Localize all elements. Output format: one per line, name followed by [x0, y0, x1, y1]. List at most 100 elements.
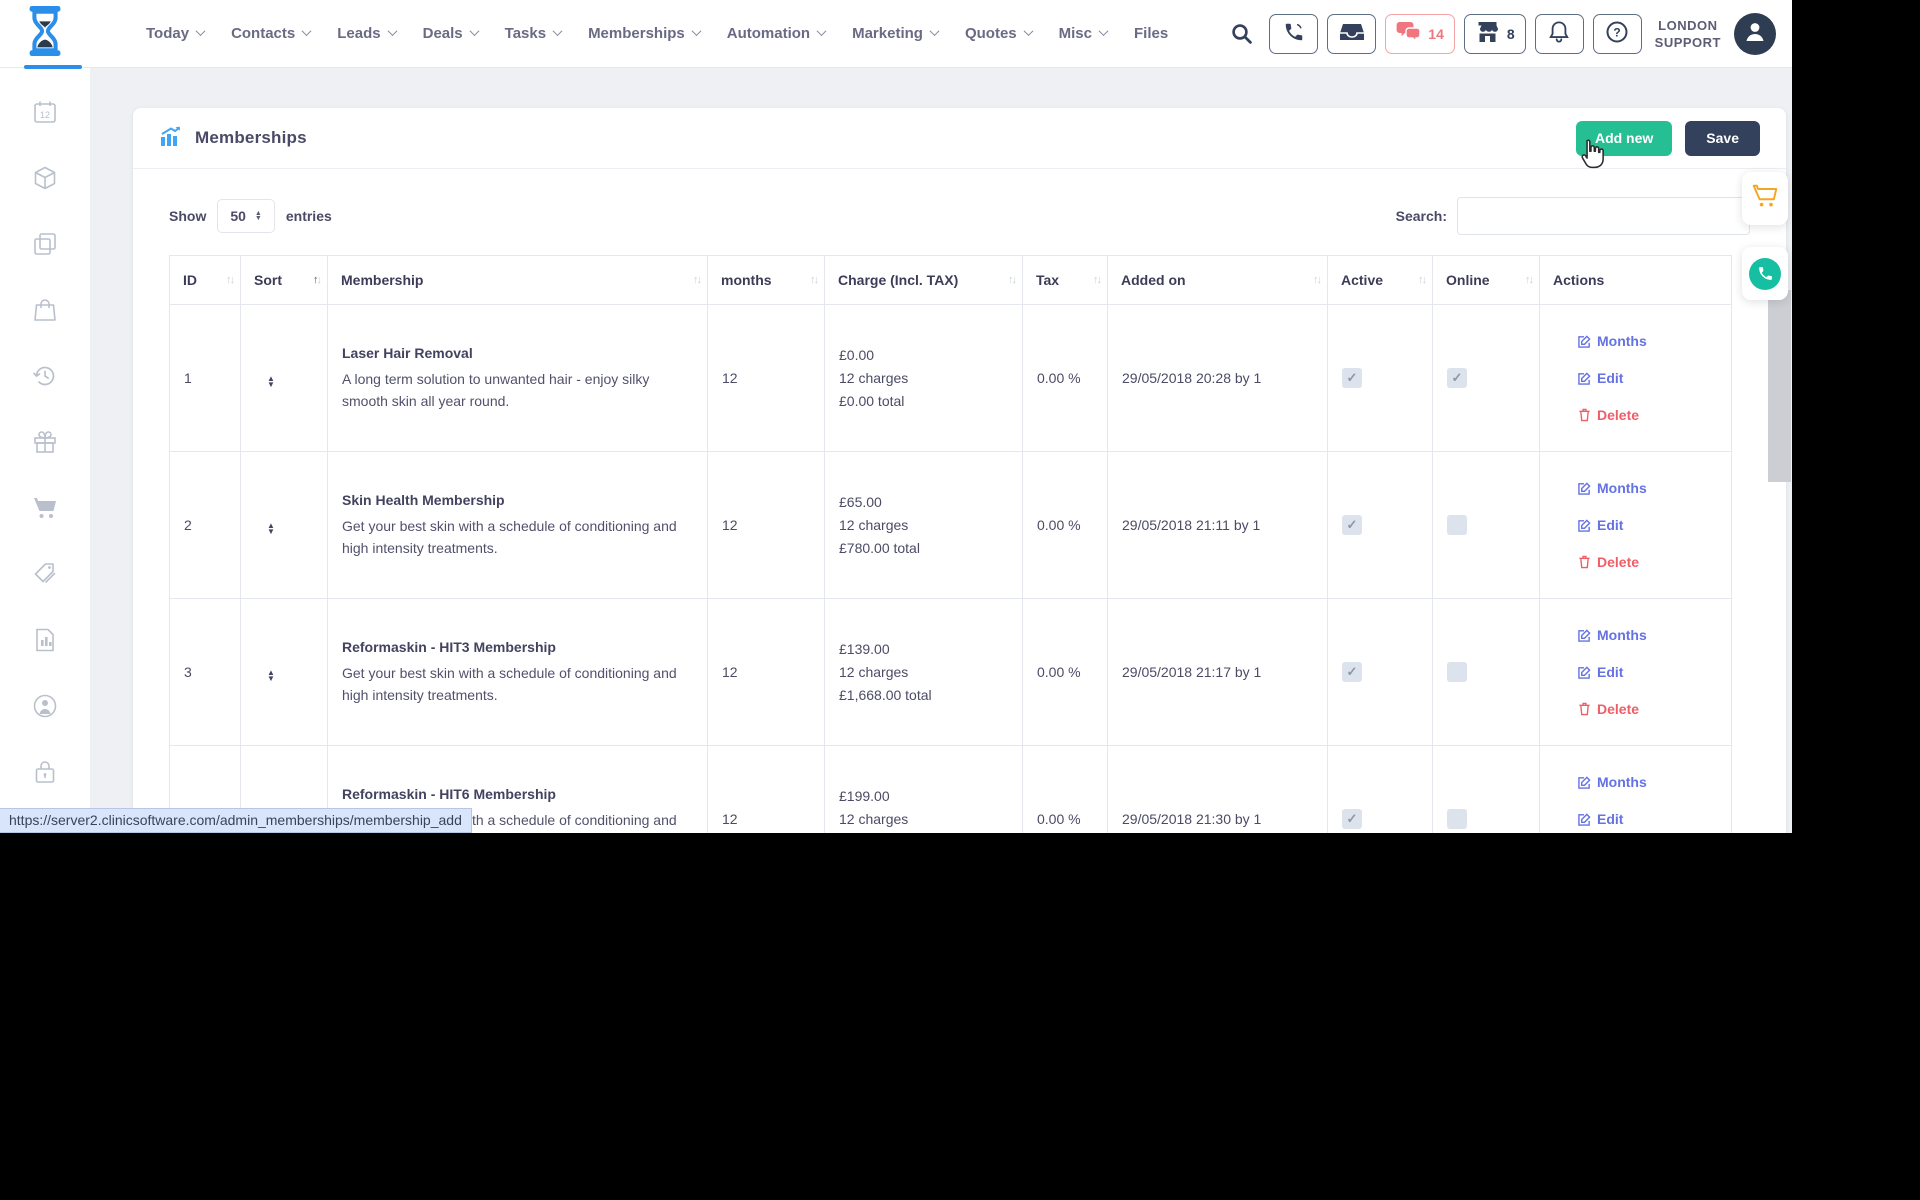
online-checkbox[interactable] — [1447, 662, 1467, 682]
column-header-id[interactable]: ID↑↓ — [170, 256, 241, 305]
sidebar-history-icon[interactable] — [32, 362, 59, 389]
active-checkbox[interactable] — [1342, 515, 1362, 535]
months-link[interactable]: Months — [1578, 627, 1703, 643]
store-button[interactable]: 8 — [1464, 14, 1526, 54]
column-header-online[interactable]: Online↑↓ — [1433, 256, 1540, 305]
column-header-tax[interactable]: Tax↑↓ — [1023, 256, 1108, 305]
sidebar-account-icon[interactable] — [32, 692, 59, 719]
nav-item-automation[interactable]: Automation — [727, 25, 825, 42]
sort-arrows-icon: ↑↓ — [810, 274, 817, 286]
cell-months: 12 — [708, 452, 825, 599]
online-checkbox[interactable] — [1447, 809, 1467, 829]
select-arrows-icon: ▲▼ — [255, 211, 262, 221]
online-checkbox[interactable] — [1447, 515, 1467, 535]
row-sort-handle[interactable]: ▲▼ — [255, 523, 275, 535]
cell-added-on: 29/05/2018 21:30 by 1 — [1108, 746, 1328, 834]
column-header-added-on[interactable]: Added on↑↓ — [1108, 256, 1328, 305]
sidebar-shopping-bag-icon[interactable] — [32, 296, 59, 323]
months-link[interactable]: Months — [1578, 774, 1703, 790]
active-checkbox[interactable] — [1342, 368, 1362, 388]
help-button[interactable]: ? — [1593, 14, 1642, 54]
nav-item-deals[interactable]: Deals — [423, 25, 478, 42]
nav-item-files[interactable]: Files — [1134, 25, 1168, 42]
column-header-active[interactable]: Active↑↓ — [1328, 256, 1433, 305]
chat-button[interactable]: 14 — [1385, 14, 1455, 54]
cell-actions: Months Edit Delete — [1540, 746, 1732, 834]
sidebar-copy-icon[interactable] — [32, 230, 59, 257]
app-logo[interactable] — [0, 0, 90, 67]
top-navigation-bar: Today Contacts Leads Deals Tasks Members… — [0, 0, 1792, 68]
row-sort-handle[interactable]: ▲▼ — [255, 670, 275, 682]
nav-item-memberships[interactable]: Memberships — [588, 25, 700, 42]
cell-tax: 0.00 % — [1023, 746, 1108, 834]
vertical-scrollbar[interactable] — [1768, 290, 1791, 482]
avatar[interactable] — [1734, 13, 1776, 55]
active-checkbox[interactable] — [1342, 662, 1362, 682]
sidebar-cart-icon[interactable] — [32, 494, 59, 521]
store-count-badge: 8 — [1507, 26, 1515, 42]
delete-link[interactable]: Delete — [1578, 407, 1703, 423]
edit-link[interactable]: Edit — [1578, 517, 1703, 533]
column-header-membership[interactable]: Membership↑↓ — [328, 256, 708, 305]
page-size-select[interactable]: 50 ▲▼ — [217, 199, 275, 233]
chevron-down-icon — [196, 26, 206, 36]
cell-id: 1 — [170, 305, 241, 452]
row-sort-handle[interactable]: ▲▼ — [255, 376, 275, 388]
delete-link[interactable]: Delete — [1578, 554, 1703, 570]
search-icon[interactable] — [1230, 22, 1254, 46]
table-search-input[interactable] — [1457, 197, 1750, 235]
cell-active — [1328, 599, 1433, 746]
sidebar-report-icon[interactable] — [32, 626, 59, 653]
sidebar-lock-icon[interactable] — [32, 758, 59, 785]
save-button[interactable]: Save — [1685, 121, 1760, 156]
nav-item-misc[interactable]: Misc — [1059, 25, 1107, 42]
header-buttons: Add new Save — [1576, 121, 1760, 156]
column-header-charge[interactable]: Charge (Incl. TAX)↑↓ — [825, 256, 1023, 305]
active-checkbox[interactable] — [1342, 809, 1362, 829]
phone-button[interactable] — [1269, 14, 1318, 54]
nav-item-contacts[interactable]: Contacts — [231, 25, 310, 42]
inbox-button[interactable] — [1327, 14, 1376, 54]
table-row: 3 ▲▼ Reformaskin - HIT3 Membership Get y… — [170, 599, 1732, 746]
membership-title: Reformaskin - HIT6 Membership — [342, 786, 693, 802]
cell-charge: £65.00 12 charges £780.00 total — [825, 452, 1023, 599]
cell-months: 12 — [708, 305, 825, 452]
notifications-button[interactable] — [1535, 14, 1584, 54]
entries-label: entries — [286, 208, 332, 224]
nav-item-today[interactable]: Today — [146, 25, 204, 42]
sidebar-cube-icon[interactable] — [32, 164, 59, 191]
months-link[interactable]: Months — [1578, 333, 1703, 349]
app-window: Today Contacts Leads Deals Tasks Members… — [0, 0, 1792, 833]
table-controls: Show 50 ▲▼ entries Search: — [133, 169, 1786, 251]
cell-id: 2 — [170, 452, 241, 599]
column-header-months[interactable]: months↑↓ — [708, 256, 825, 305]
sidebar-calendar-icon[interactable]: 12 — [32, 98, 59, 125]
nav-item-tasks[interactable]: Tasks — [505, 25, 561, 42]
cell-sort: ▲▼ — [241, 305, 328, 452]
nav-item-marketing[interactable]: Marketing — [852, 25, 938, 42]
edit-link[interactable]: Edit — [1578, 370, 1703, 386]
add-new-button[interactable]: Add new — [1576, 121, 1672, 156]
edit-link[interactable]: Edit — [1578, 811, 1703, 827]
floating-phone-button[interactable] — [1742, 247, 1788, 300]
table-row: 2 ▲▼ Skin Health Membership Get your bes… — [170, 452, 1732, 599]
cell-added-on: 29/05/2018 21:11 by 1 — [1108, 452, 1328, 599]
edit-link[interactable]: Edit — [1578, 664, 1703, 680]
whatsapp-phone-icon — [1749, 258, 1781, 290]
sidebar-gift-icon[interactable] — [32, 428, 59, 455]
memberships-card: Memberships Add new Save Show 50 ▲▼ entr… — [133, 108, 1786, 833]
chat-bubbles-icon — [1396, 21, 1421, 46]
nav-item-leads[interactable]: Leads — [337, 25, 395, 42]
sort-arrows-icon: ↑↓ — [1418, 274, 1425, 286]
delete-link[interactable]: Delete — [1578, 701, 1703, 717]
nav-item-quotes[interactable]: Quotes — [965, 25, 1032, 42]
cell-charge: £0.00 12 charges £0.00 total — [825, 305, 1023, 452]
floating-cart-button[interactable] — [1742, 172, 1788, 225]
online-checkbox[interactable] — [1447, 368, 1467, 388]
page-title: Memberships — [195, 128, 307, 148]
column-header-sort[interactable]: Sort↑↓ — [241, 256, 328, 305]
topbar-actions: 14 8 ? LONDON SUPPORT — [1230, 13, 1792, 55]
months-link[interactable]: Months — [1578, 480, 1703, 496]
cell-actions: Months Edit Delete — [1540, 452, 1732, 599]
sidebar-tags-icon[interactable] — [32, 560, 59, 587]
